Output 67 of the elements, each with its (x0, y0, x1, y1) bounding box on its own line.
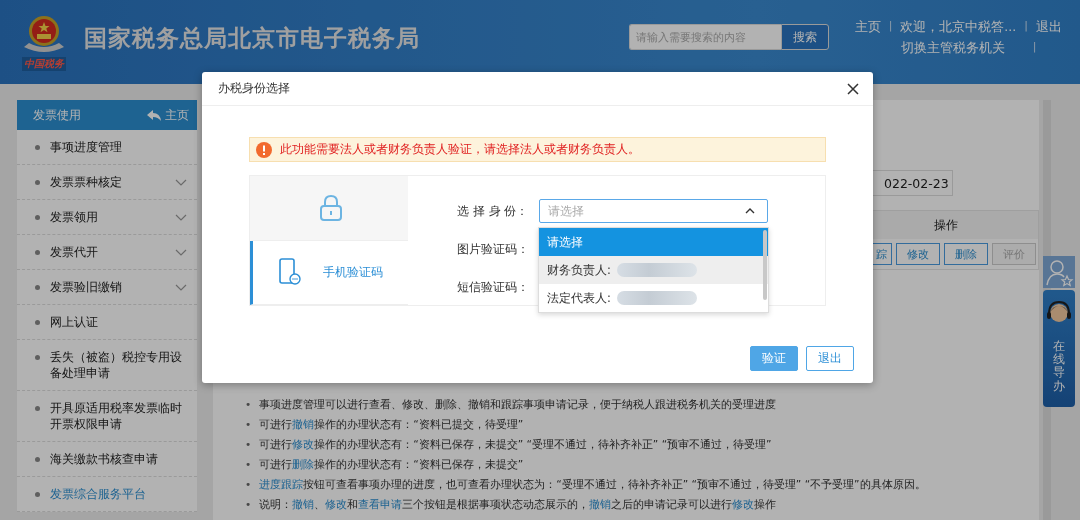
separator: | (888, 19, 893, 34)
bullet: • (245, 417, 252, 432)
note-link[interactable]: 修改 (292, 438, 315, 450)
field-label: 短信验证码： (457, 278, 530, 296)
identity-select[interactable]: 请选择 (539, 199, 768, 223)
note-text: 可进行撤销操作的办理状态有：“资料已提交，待受理” (259, 417, 524, 432)
sidebar-item[interactable]: 发票票种核定 (17, 165, 197, 200)
bullet: • (245, 437, 252, 452)
note-link[interactable]: 撤销 (292, 418, 315, 430)
sidebar-item[interactable]: 发票代开 (17, 235, 197, 270)
separator: | (1032, 40, 1037, 55)
note-link[interactable]: 进度跟踪 (259, 478, 304, 490)
scrollbar[interactable] (763, 230, 767, 300)
note-link[interactable]: 查看申请 (358, 498, 403, 510)
sidebar-title: 发票使用 (33, 106, 81, 124)
reply-icon (147, 109, 161, 121)
sidebar-item[interactable]: 海关缴款书核查申请 (17, 442, 197, 477)
separator: | (1024, 19, 1028, 34)
row-action-button[interactable]: 删除 (944, 243, 988, 265)
nav-link[interactable]: 退出 (1036, 19, 1062, 36)
chevron-down-icon (175, 179, 187, 186)
sidebar-item[interactable]: 网上认证 (17, 305, 197, 340)
chevron-down-icon (175, 249, 187, 256)
home-link[interactable]: 主页 (147, 106, 189, 124)
logo-caption: 中国税务 (22, 57, 66, 71)
alert-text: 此功能需要法人或者财务负责人验证，请选择法人或者财务负责人。 (280, 142, 640, 157)
field-label: 图片验证码： (457, 240, 530, 258)
phone-icon (278, 258, 301, 287)
online-guide-button[interactable]: 在线导办 (1043, 290, 1075, 407)
exit-button[interactable]: 退出 (806, 346, 854, 371)
dropdown-option[interactable]: 财务负责人: (539, 256, 768, 284)
sidebar-item[interactable]: 开具原适用税率发票临时开票权限申请 (17, 391, 197, 442)
bullet: • (245, 397, 252, 412)
note-text: 进度跟踪按钮可查看事项办理的进度，也可查看办理状态为：“受理不通过，待补齐补正” “预审不通过，待受理” “不予受理”的具体原因。 (259, 477, 926, 492)
verify-tab[interactable]: 手机验证码 (250, 240, 408, 305)
note-link[interactable]: 修改 (325, 498, 348, 510)
bullet: • (245, 457, 252, 472)
sidebar-item[interactable]: 丢失（被盗）税控专用设备处理申请 (17, 340, 197, 391)
row-action-button[interactable]: 修改 (896, 243, 940, 265)
lock-icon (318, 193, 343, 222)
chevron-down-icon (175, 284, 187, 291)
note-text: 可进行修改操作的办理状态有：“资料已保存，未提交” “受理不通过，待补齐补正” “预审不通过，待受理” (259, 437, 772, 452)
close-icon[interactable] (847, 82, 859, 95)
sidebar-item[interactable]: 发票领用 (17, 200, 197, 235)
dropdown-option[interactable]: 法定代表人: (539, 284, 768, 312)
nav-link[interactable]: 主页 (854, 19, 881, 36)
nav-link[interactable]: 切换主管税务机关 (900, 40, 1005, 57)
chevron-down-icon (175, 214, 187, 221)
bullet: • (245, 477, 252, 492)
dropdown-option[interactable]: 请选择 (539, 228, 768, 256)
site-title: 国家税务总局北京市电子税务局 (84, 23, 420, 53)
note-link[interactable]: 撤销 (589, 498, 612, 510)
note-text: 说明：撤销、修改和查看申请三个按钮是根据事项状态动态展示的，撤销之后的申请记录可以进行修改操作 (259, 497, 777, 512)
note-text: 事项进度管理可以进行查看、修改、删除、撤销和跟踪事项申请记录，便于纳税人跟进税务机关的受理进度 (259, 397, 777, 412)
sidebar-item[interactable]: 事项进度管理 (17, 130, 197, 165)
verify-button[interactable]: 验证 (750, 346, 798, 371)
dialog-title: 办税身份选择 (218, 80, 290, 97)
note-link[interactable]: 删除 (292, 458, 315, 470)
caret-icon (745, 208, 755, 214)
search-button[interactable]: 搜索 (780, 24, 829, 50)
sidebar-item[interactable]: 发票综合服务平台 (17, 477, 197, 512)
note-link[interactable]: 修改 (732, 498, 755, 510)
sidebar-item[interactable]: 发票验旧缴销 (17, 270, 197, 305)
bullet: • (245, 497, 252, 512)
warning-icon (256, 141, 272, 158)
note-text: 可进行删除操作的办理状态有：“资料已保存，未提交” (259, 457, 524, 472)
nav-link[interactable]: 欢迎，北京中税答... (900, 19, 1017, 36)
